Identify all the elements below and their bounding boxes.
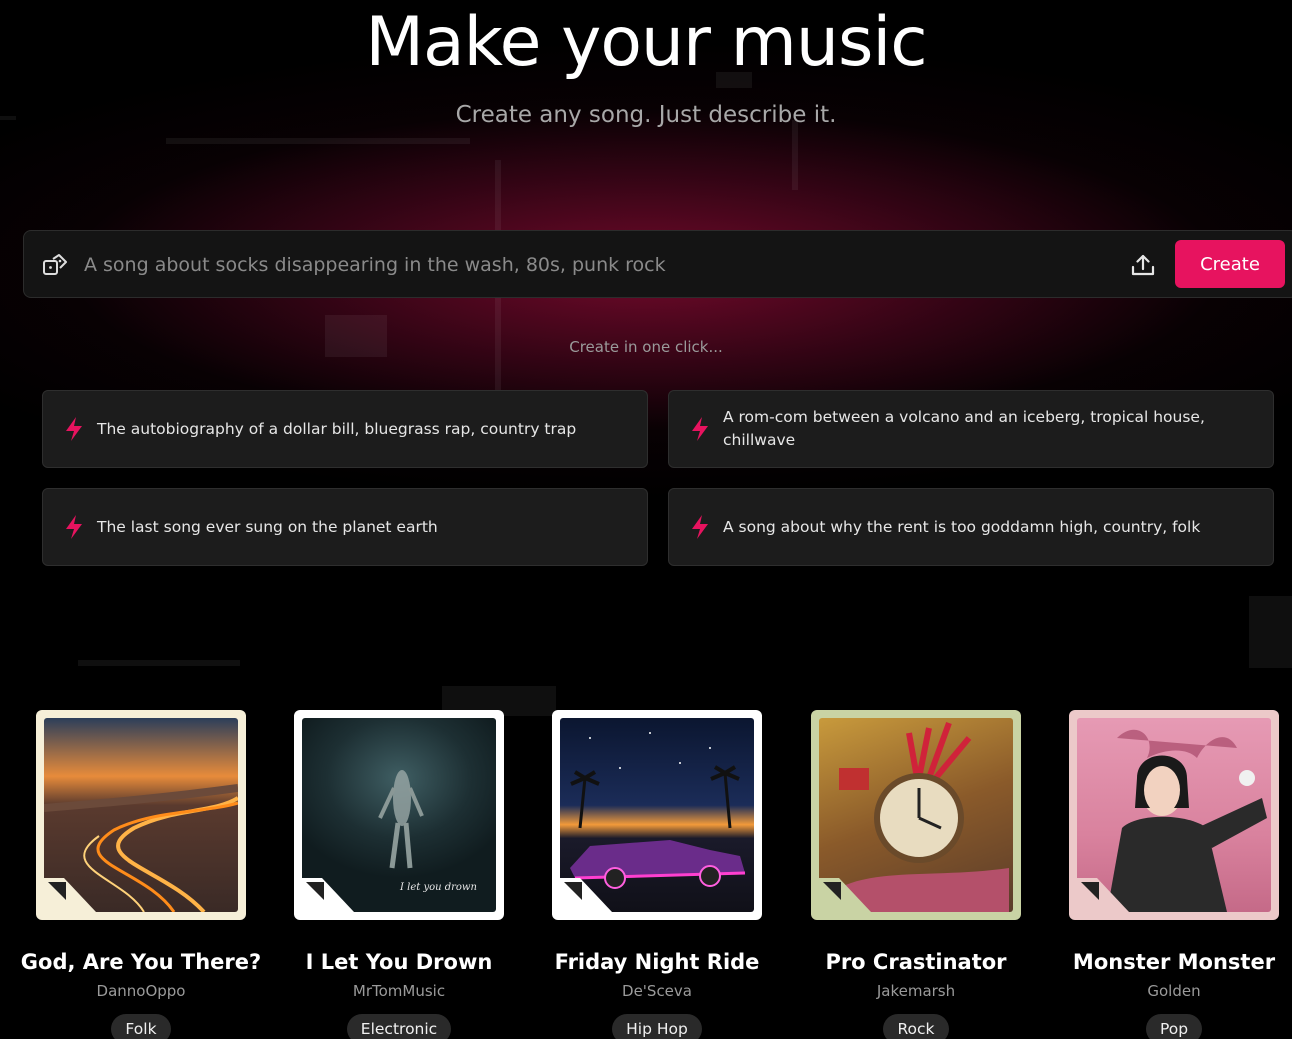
cover-corner-logo	[302, 878, 354, 912]
shuffle-dice-icon[interactable]	[42, 253, 68, 277]
suggestion-card[interactable]: The autobiography of a dollar bill, blue…	[42, 390, 648, 468]
create-button[interactable]: Create	[1175, 240, 1285, 288]
page-title: Make your music	[365, 3, 927, 82]
suggestion-text: The last song ever sung on the planet ea…	[97, 517, 438, 536]
bolt-icon	[692, 417, 708, 441]
cover-corner-logo	[44, 878, 96, 912]
song-card[interactable]: I let you drown I Let You Drown MrTomMus…	[270, 710, 528, 1039]
song-cover[interactable]: I let you drown	[294, 710, 504, 920]
song-card[interactable]: God, Are You There? DannoOppo Folk	[12, 710, 270, 1039]
bolt-icon	[66, 515, 82, 539]
genre-tag[interactable]: Rock	[883, 1014, 949, 1039]
song-artist[interactable]: Golden	[1045, 982, 1292, 1000]
genre-tag[interactable]: Electronic	[346, 1014, 452, 1039]
genre-tag[interactable]: Pop	[1145, 1014, 1203, 1039]
upload-icon[interactable]	[1130, 252, 1156, 278]
suggestion-card[interactable]: A song about why the rent is too goddamn…	[668, 488, 1274, 566]
prompt-bar: Create	[23, 230, 1292, 298]
suggestion-text: A song about why the rent is too goddamn…	[723, 517, 1201, 536]
decor-bar	[166, 138, 470, 144]
bolt-icon	[692, 515, 708, 539]
song-cover[interactable]	[36, 710, 246, 920]
bolt-icon	[66, 417, 82, 441]
suggestion-text: A rom-com between a volcano and an icebe…	[723, 408, 1205, 449]
suggestion-card[interactable]: The last song ever sung on the planet ea…	[42, 488, 648, 566]
decor-bar	[78, 660, 240, 666]
song-title[interactable]: Monster Monster	[1045, 950, 1292, 974]
song-cover[interactable]	[552, 710, 762, 920]
featured-songs: God, Are You There? DannoOppo Folk I let…	[0, 710, 1292, 1039]
song-cover[interactable]	[811, 710, 1021, 920]
song-artist[interactable]: Jakemarsh	[787, 982, 1045, 1000]
song-card[interactable]: Monster Monster Golden Pop	[1045, 710, 1292, 1039]
song-title[interactable]: Friday Night Ride	[528, 950, 786, 974]
song-title[interactable]: God, Are You There?	[12, 950, 270, 974]
page-subtitle: Create any song. Just describe it.	[455, 102, 837, 128]
song-title[interactable]: I Let You Drown	[270, 950, 528, 974]
song-artist[interactable]: De'Sceva	[528, 982, 786, 1000]
decor-block	[1249, 596, 1292, 668]
suggestion-card[interactable]: A rom-com between a volcano and an icebe…	[668, 390, 1274, 468]
suggestion-text: The autobiography of a dollar bill, blue…	[97, 419, 577, 438]
cover-caption: I let you drown	[399, 882, 477, 893]
song-title[interactable]: Pro Crastinator	[787, 950, 1045, 974]
song-artist[interactable]: MrTomMusic	[270, 982, 528, 1000]
genre-tag[interactable]: Hip Hop	[612, 1014, 702, 1039]
song-prompt-input[interactable]	[84, 245, 1114, 285]
song-cover[interactable]	[1069, 710, 1279, 920]
cover-corner-logo	[1077, 878, 1129, 912]
cover-corner-logo	[560, 878, 612, 912]
song-card[interactable]: Pro Crastinator Jakemarsh Rock	[787, 710, 1045, 1039]
song-card[interactable]: Friday Night Ride De'Sceva Hip Hop	[528, 710, 786, 1039]
genre-tag[interactable]: Folk	[111, 1014, 171, 1039]
song-artist[interactable]: DannoOppo	[12, 982, 270, 1000]
one-click-label: Create in one click...	[569, 338, 723, 356]
cover-corner-logo	[819, 878, 871, 912]
